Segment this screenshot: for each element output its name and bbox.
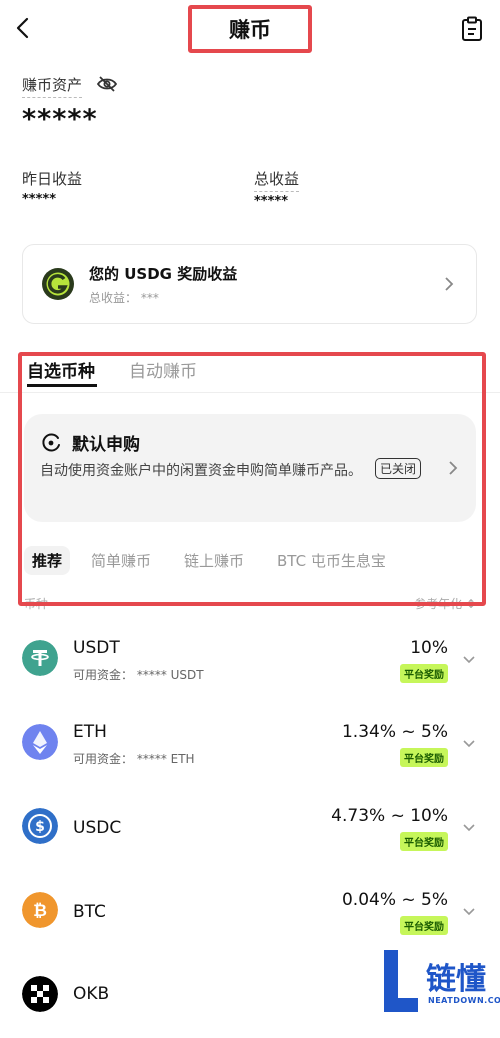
okb-icon — [22, 976, 58, 1012]
usdg-icon — [42, 268, 74, 300]
tab-auto-earn[interactable]: 自动赚币 — [129, 357, 197, 382]
coin-available: 可用资金： ***** USDT — [73, 668, 204, 682]
chevron-down-icon[interactable] — [462, 655, 476, 665]
svg-text:₿: ₿ — [33, 901, 47, 921]
watermark-domain: NEATDOWN.COM — [428, 996, 500, 1005]
coin-name: OKB — [73, 984, 110, 1004]
usdt-icon — [22, 640, 58, 676]
platform-reward-badge: 平台奖励 — [400, 748, 448, 767]
eye-hidden-icon[interactable] — [96, 75, 118, 93]
default-subscribe-title: 默认申购 — [72, 435, 140, 455]
svg-text:$: $ — [35, 819, 45, 835]
total-earnings-label: 总收益 — [254, 168, 300, 192]
usdc-icon: $ — [22, 808, 58, 844]
earn-assets-value: ***** — [22, 104, 98, 135]
coin-available: 可用资金： ***** ETH — [73, 752, 195, 766]
list-header-apr[interactable]: 参考年化 ↕ — [414, 595, 476, 612]
chevron-right-icon — [445, 277, 454, 291]
default-subscribe-panel[interactable]: 默认申购 自动使用资金账户中的闲置资金申购简单赚币产品。 已关闭 — [24, 414, 476, 522]
coin-apr: 1.34% ~ 5% — [341, 722, 448, 742]
chevron-down-icon[interactable] — [462, 907, 476, 917]
sub-tab-simple-earn[interactable]: 简单赚币 — [91, 550, 151, 571]
list-header-coin: 币种 — [24, 597, 49, 611]
page-title: 赚币 — [229, 18, 271, 42]
usdg-card-title: 您的 USDG 奖励收益 — [89, 265, 238, 283]
coin-name: ETH — [73, 722, 107, 742]
auto-subscribe-icon — [42, 433, 60, 452]
usdg-card-subtitle: 总收益： *** — [89, 291, 159, 305]
yesterday-earnings-label: 昨日收益 — [22, 170, 83, 188]
earn-assets-label: 赚币资产 — [22, 74, 83, 98]
tab-favorite-coins[interactable]: 自选币种 — [27, 357, 95, 382]
coin-row-usdc[interactable]: $ USDC 4.73% ~ 10% 平台奖励 — [0, 786, 500, 870]
coin-name: USDC — [73, 818, 122, 838]
yesterday-earnings-value: ***** — [22, 192, 56, 207]
tab-divider — [0, 392, 500, 393]
neatdown-watermark: 链懂 NEATDOWN.COM — [380, 946, 500, 1018]
status-badge: 已关闭 — [375, 458, 422, 479]
clipboard-icon[interactable] — [460, 16, 484, 42]
coin-row-btc[interactable]: ₿ BTC 0.04% ~ 5% 平台奖励 — [0, 870, 500, 954]
coin-row-eth[interactable]: ETH 可用资金： ***** ETH 1.34% ~ 5% 平台奖励 — [0, 702, 500, 786]
usdg-rewards-card[interactable]: 您的 USDG 奖励收益 总收益： *** — [22, 244, 477, 324]
watermark-brand: 链懂 — [426, 962, 486, 997]
default-subscribe-description: 自动使用资金账户中的闲置资金申购简单赚币产品。 — [40, 463, 362, 479]
chevron-down-icon[interactable] — [462, 823, 476, 833]
btc-icon: ₿ — [22, 892, 58, 928]
platform-reward-badge: 平台奖励 — [400, 832, 448, 851]
total-earnings-value: ***** — [254, 194, 288, 209]
coin-apr: 4.73% ~ 10% — [331, 806, 448, 826]
coin-row-usdt[interactable]: USDT 可用资金： ***** USDT 10% 平台奖励 — [0, 618, 500, 702]
active-tab-indicator — [27, 384, 97, 387]
coin-apr: 10% — [410, 638, 448, 658]
eth-icon — [22, 724, 58, 760]
sub-tab-btc-earn[interactable]: BTC 屯币生息宝 — [277, 550, 386, 571]
coin-name: USDT — [73, 638, 120, 658]
coin-apr: 0.04% ~ 5% — [341, 890, 448, 910]
chevron-right-icon — [449, 461, 458, 475]
platform-reward-badge: 平台奖励 — [400, 916, 448, 935]
sub-tab-onchain-earn[interactable]: 链上赚币 — [184, 550, 244, 571]
coin-name: BTC — [73, 902, 106, 922]
chevron-down-icon[interactable] — [462, 739, 476, 749]
platform-reward-badge: 平台奖励 — [400, 664, 448, 683]
sub-tab-recommended[interactable]: 推荐 — [24, 546, 71, 575]
